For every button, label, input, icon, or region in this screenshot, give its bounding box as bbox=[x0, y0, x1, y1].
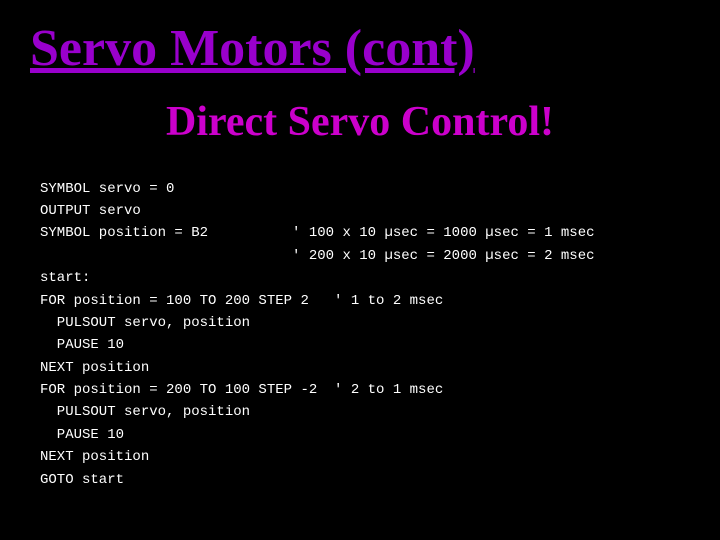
code-line-1: SYMBOL servo = 0 bbox=[40, 178, 690, 200]
code-line-10: NEXT position bbox=[40, 357, 690, 379]
code-block: SYMBOL servo = 0 OUTPUT servo SYMBOL pos… bbox=[30, 178, 690, 491]
main-title: Servo Motors (cont) bbox=[30, 20, 690, 77]
code-line-3: SYMBOL position = B2 ' 100 x 10 µsec = 1… bbox=[40, 222, 690, 244]
page-container: Servo Motors (cont) Direct Servo Control… bbox=[0, 0, 720, 540]
code-line-4: ' 200 x 10 µsec = 2000 µsec = 2 msec bbox=[40, 245, 690, 267]
code-line-13: PAUSE 10 bbox=[40, 424, 690, 446]
subtitle: Direct Servo Control! bbox=[30, 97, 690, 147]
code-line-14: NEXT position bbox=[40, 446, 690, 468]
code-line-12: PULSOUT servo, position bbox=[40, 401, 690, 423]
code-line-6: start: bbox=[40, 267, 690, 289]
code-line-8: PULSOUT servo, position bbox=[40, 312, 690, 334]
code-line-2: OUTPUT servo bbox=[40, 200, 690, 222]
code-line-11: FOR position = 200 TO 100 STEP -2 ' 2 to… bbox=[40, 379, 690, 401]
code-line-7: FOR position = 100 TO 200 STEP 2 ' 1 to … bbox=[40, 290, 690, 312]
code-line-15: GOTO start bbox=[40, 469, 690, 491]
code-line-9: PAUSE 10 bbox=[40, 334, 690, 356]
